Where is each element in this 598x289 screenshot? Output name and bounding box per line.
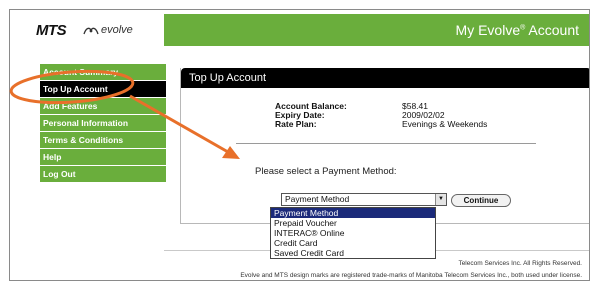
evolve-logo: evolve [83, 24, 133, 36]
info-label: Rate Plan: [275, 119, 317, 129]
footer-copyright: Telecom Services Inc. All Rights Reserve… [458, 260, 582, 267]
top-up-panel: Top Up Account Account Balance: $58.41 E… [180, 68, 589, 224]
page-title: My Evolve® Account [456, 22, 579, 38]
info-row-rate-plan: Rate Plan: Evenings & Weekends [275, 120, 487, 129]
sidebar-item-account-summary[interactable]: Account Summary [40, 64, 166, 81]
select-arrow-icon[interactable]: ▼ [435, 194, 446, 205]
page-title-suffix: Account [525, 22, 579, 38]
sidebar-item-help[interactable]: Help [40, 149, 166, 166]
panel-title: Top Up Account [181, 68, 589, 88]
sidebar-item-log-out[interactable]: Log Out [40, 166, 166, 183]
divider [236, 143, 536, 144]
header-bar: My Evolve® Account [164, 14, 589, 46]
dropdown-option[interactable]: Saved Credit Card [271, 248, 435, 258]
mts-logo: MTS [36, 22, 67, 39]
evolve-brand-text: evolve [101, 24, 133, 36]
dropdown-option[interactable]: Payment Method [271, 208, 435, 218]
continue-button[interactable]: Continue [451, 194, 511, 207]
payment-method-prompt: Please select a Payment Method: [255, 166, 397, 177]
payment-method-dropdown: Payment Method Prepaid Voucher INTERAC® … [270, 207, 436, 259]
sidebar-item-top-up-account[interactable]: Top Up Account [40, 81, 166, 98]
payment-method-select[interactable]: Payment Method ▼ [281, 193, 447, 206]
info-value: Evenings & Weekends [402, 119, 488, 129]
dropdown-option[interactable]: Credit Card [271, 238, 435, 248]
sidebar-nav: Account Summary Top Up Account Add Featu… [40, 64, 166, 183]
page-title-text: My Evolve [455, 22, 521, 38]
footer-trademark: Evolve and MTS design marks are register… [240, 272, 582, 279]
sidebar-item-personal-information[interactable]: Personal Information [40, 115, 166, 132]
sidebar-item-add-features[interactable]: Add Features [40, 98, 166, 115]
header: MTS evolve My Evolve® Account [10, 10, 589, 48]
dropdown-option[interactable]: INTERAC® Online [271, 228, 435, 238]
select-value: Payment Method [285, 194, 350, 204]
evolve-logo-icon [83, 27, 99, 34]
account-info: Account Balance: $58.41 Expiry Date: 200… [275, 102, 487, 129]
sidebar-item-terms-conditions[interactable]: Terms & Conditions [40, 132, 166, 149]
dropdown-option[interactable]: Prepaid Voucher [271, 218, 435, 228]
